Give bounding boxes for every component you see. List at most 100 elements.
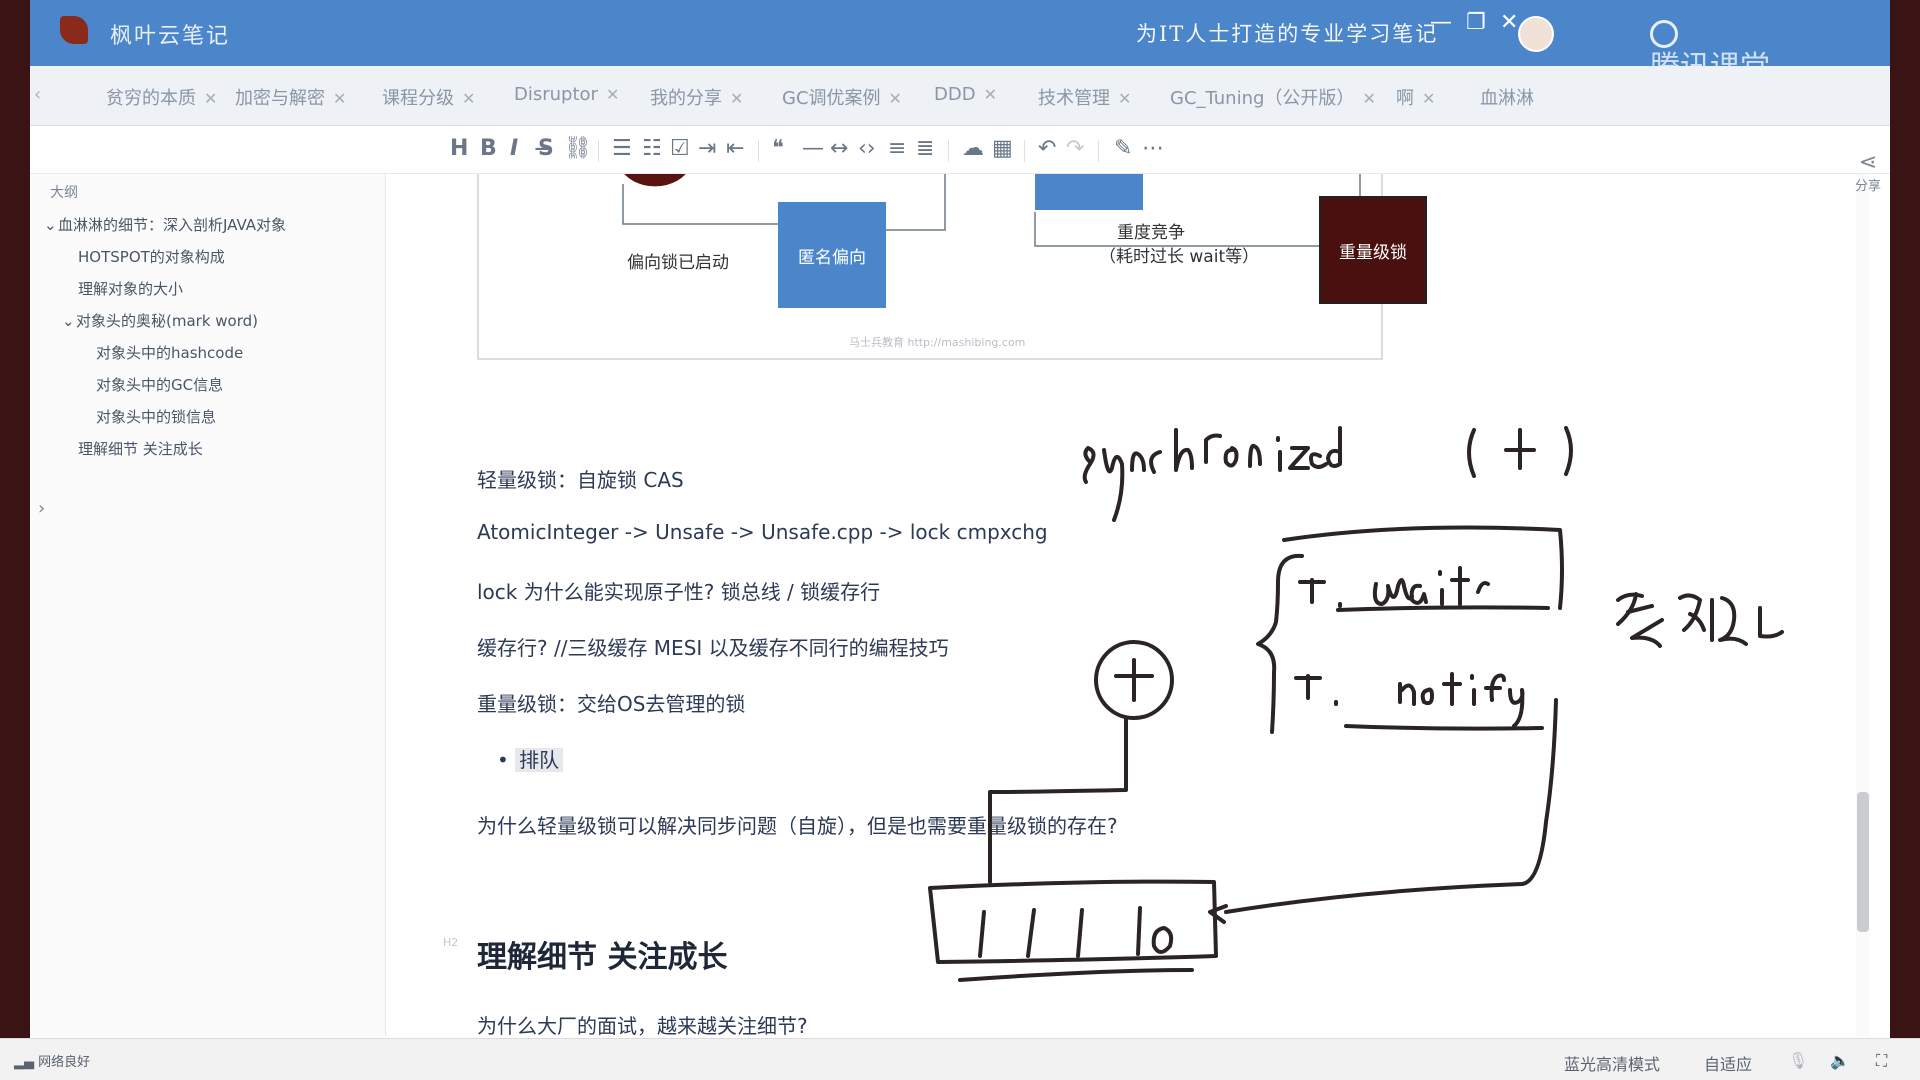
close-tab-icon[interactable]: ✕ [333,89,346,108]
pen-button[interactable]: ✎ [1114,136,1132,161]
tab[interactable]: 课程分级 ✕ [382,84,475,110]
outline-item-label: 血淋淋的细节：深入剖析JAVA对象 [58,216,287,234]
fullscreen-icon[interactable]: ⛶ [1876,1051,1887,1071]
outline-item[interactable]: 对象头中的锁信息 [96,406,216,427]
tab-label: 加密与解密 [235,88,325,109]
chevron-down-icon[interactable]: ⌄ [62,312,76,330]
tab-bar: ‹ 贫穷的本质 ✕ 加密与解密 ✕ 课程分级 ✕ Disruptor ✕ 我的分享 ✕ G… [30,66,1890,126]
tab[interactable]: GC_Tuning（公开版） ✕ [1170,84,1376,110]
tab-label: 我的分享 [650,88,722,109]
bullet-item: • 排队 [497,744,564,773]
paragraph: 为什么轻量级锁可以解决同步问题（自旋），但是也需要重量级锁的存在? [477,814,1118,838]
volume-icon[interactable]: 🔈 [1830,1051,1850,1070]
outdent-button[interactable]: ⇤ [726,136,744,161]
outline-item[interactable]: HOTSPOT的对象构成 [78,246,225,267]
bias-started-label: 偏向锁已启动 [627,253,729,273]
outline-item-label: 理解细节 关注成长 [78,440,203,458]
tab-label: 啊 [1396,88,1414,109]
editor-toolbar: H B I S̶ ⛓ ☰ ☷ ☑ ⇥ ⇤ ❝ — ↔ ‹› ≡ ≣ ☁ ▦ ↶ … [30,126,1890,174]
outline-item-label: HOTSPOT的对象构成 [78,248,225,266]
close-tab-icon[interactable]: ✕ [1118,89,1131,108]
tab[interactable]: DDD ✕ [934,84,997,105]
outline-item[interactable]: 对象头中的hashcode [96,342,243,363]
outline-item[interactable]: 理解细节 关注成长 [78,438,203,459]
microphone-icon[interactable]: 🎙 [1788,1051,1808,1070]
close-tab-icon[interactable]: ✕ [462,89,475,108]
scrollbar-thumb[interactable] [1857,792,1869,932]
paragraph: 轻量级锁：自旋锁 CAS [477,468,684,492]
numbered-list-button[interactable]: ☷ [642,136,662,161]
fit-mode-button[interactable]: 自适应 [1704,1051,1752,1075]
close-window-button[interactable]: ✕ [1500,10,1518,35]
tab-label: 课程分级 [382,88,454,109]
close-tab-icon[interactable]: ✕ [204,89,217,108]
indent-button[interactable]: ⇥ [698,136,716,161]
close-tab-icon[interactable]: ✕ [984,85,997,104]
tab[interactable]: 我的分享 ✕ [650,84,743,110]
strikethrough-button[interactable]: S̶ [538,136,554,161]
diagram-credit: 马士兵教育 http://mashibing.com [849,336,1026,349]
tab-scroll-left-icon[interactable]: ‹ [34,84,41,105]
heading-button[interactable]: H [450,136,468,161]
lock-state-diagram: 匿名偏向 偏向锁已启动 重度竞争 （耗时过长 wait等） 重量级锁 马士兵教育… [477,174,1427,360]
quote-button[interactable]: ❝ [772,136,784,161]
code-button[interactable]: ‹› [858,136,876,161]
outline-item[interactable]: 对象头中的GC信息 [96,374,223,395]
more-button[interactable]: ⋯ [1142,136,1164,161]
app-name: 枫叶云笔记 [110,24,231,49]
tab[interactable]: 啊 ✕ [1396,84,1435,110]
italic-button[interactable]: I [510,136,518,161]
tab[interactable]: Disruptor ✕ [514,84,619,105]
share-label: 分享 [1854,179,1881,194]
outline-item-label: 对象头中的hashcode [96,344,244,362]
tab[interactable]: 血淋淋 [1480,84,1534,110]
lock-state-box [1035,174,1143,210]
app-slogan: 为IT人士打造的专业学习笔记 [1136,22,1439,46]
bold-button[interactable]: B [480,136,497,161]
table-button[interactable]: ▦ [992,136,1013,161]
tab[interactable]: 贫穷的本质 ✕ [106,84,217,110]
heavy-compete-label: 重度竞争 [1117,223,1185,243]
share-icon: ⋖ [1858,150,1878,175]
tab-label: GC_Tuning（公开版） [1170,88,1355,109]
editor-content[interactable]: 匿名偏向 偏向锁已启动 重度竞争 （耗时过长 wait等） 重量级锁 马士兵教育… [387,174,1842,1036]
tab-label: Disruptor [514,84,598,105]
minimize-button[interactable]: — [1430,10,1452,35]
outline-item-label: 理解对象的大小 [78,280,184,298]
undo-button[interactable]: ↶ [1038,136,1056,161]
close-tab-icon[interactable]: ✕ [606,85,619,104]
bullet-dot-icon: • [497,748,516,772]
outline-item[interactable]: 理解对象的大小 [78,278,183,299]
link-button[interactable]: ⛓ [564,136,592,161]
outline-item[interactable]: ⌄对象头的奥秘(mark word) [62,310,258,331]
align-right-button[interactable]: ≣ [916,136,934,161]
user-avatar[interactable] [1518,16,1554,52]
quality-mode-button[interactable]: 蓝光高清模式 [1564,1051,1660,1075]
share-button[interactable]: ⋖ 分享 [1848,150,1888,194]
outline-item[interactable]: ⌄血淋淋的细节：深入剖析JAVA对象 [44,214,286,235]
tab[interactable]: 技术管理 ✕ [1038,84,1131,110]
maximize-button[interactable]: ❐ [1466,10,1486,35]
paragraph: 缓存行? //三级缓存 MESI 以及缓存不同行的编程技巧 [477,636,949,660]
paragraph: lock 为什么能实现原子性? 锁总线 / 锁缓存行 [477,580,881,604]
horizontal-rule-button[interactable]: — [802,136,824,161]
tab[interactable]: GC调优案例 ✕ [782,84,902,110]
collapse-sidebar-icon[interactable]: › [38,498,45,519]
chevron-down-icon[interactable]: ⌄ [44,216,58,234]
close-tab-icon[interactable]: ✕ [1422,89,1435,108]
task-list-button[interactable]: ☑ [670,136,690,161]
tab[interactable]: 加密与解密 ✕ [235,84,346,110]
close-tab-icon[interactable]: ✕ [889,89,902,108]
heading-level-tag: H2 [443,936,459,949]
align-left-button[interactable]: ≡ [888,136,906,161]
cloud-upload-button[interactable]: ☁ [962,136,984,161]
toolbar-divider [1024,140,1025,162]
paragraph: 为什么大厂的面试，越来越关注细节? [477,1014,808,1036]
close-tab-icon[interactable]: ✕ [1362,89,1375,108]
tab-label: 技术管理 [1038,88,1110,109]
bullet-list-button[interactable]: ☰ [612,136,632,161]
redo-button[interactable]: ↷ [1066,136,1084,161]
arrows-button[interactable]: ↔ [830,136,848,161]
close-tab-icon[interactable]: ✕ [730,89,743,108]
network-status: ▂▄ 网络良好 [14,1051,90,1070]
